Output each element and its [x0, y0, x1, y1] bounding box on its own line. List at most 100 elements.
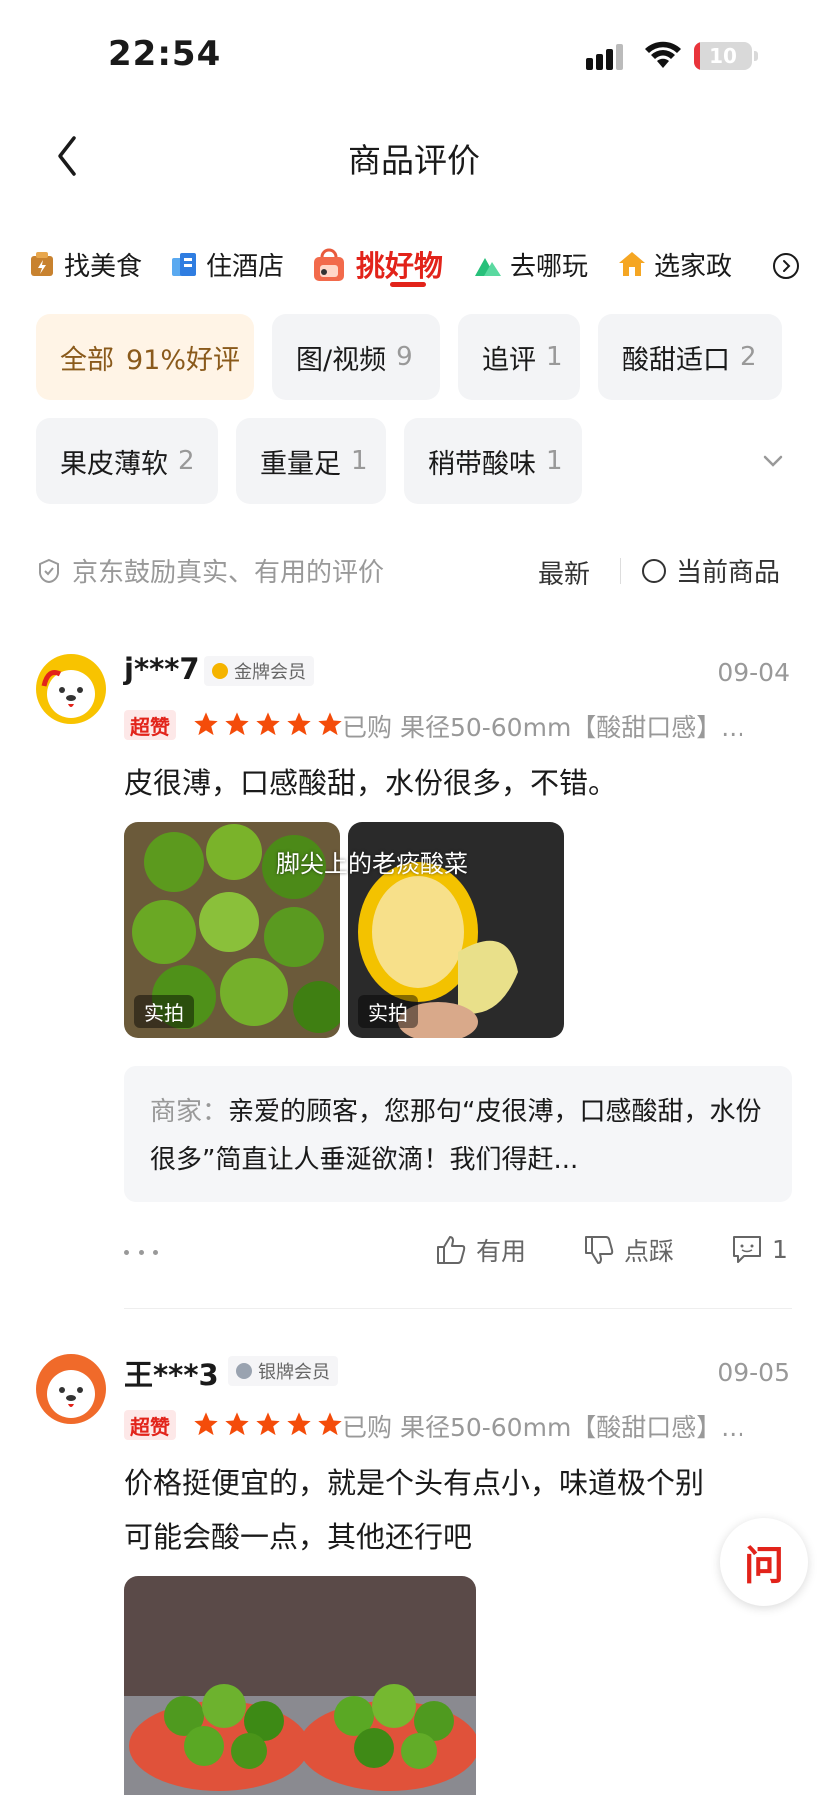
tab-label: 找美食	[64, 251, 143, 282]
chevron-down-icon[interactable]	[760, 452, 786, 470]
star-icon	[318, 712, 342, 736]
tab-hotel[interactable]: 住酒店	[170, 236, 284, 292]
current-product-label: 当前商品	[676, 558, 781, 588]
merchant-reply[interactable]: 商家：亲爱的顾客，您那句“皮很溥，口感酸甜，水份很多”简直让人垂涎欲滴！我们得赶…	[124, 1066, 792, 1202]
filter-label: 果皮薄软	[60, 448, 168, 480]
tab-travel[interactable]: 去哪玩	[474, 236, 588, 292]
reply-text: 亲爱的顾客，您那句“皮很溥，口感酸甜，水份很多”简直让人垂涎欲滴！我们得赶...	[150, 1097, 762, 1175]
sort-latest-button[interactable]: 最新	[538, 554, 590, 591]
filter-slightly-sour[interactable]: 稍带酸味 1	[404, 418, 582, 504]
star-rating	[192, 1410, 347, 1438]
status-time: 22:54	[108, 34, 222, 74]
dislike-button[interactable]: 点踩	[582, 1232, 674, 1268]
avatar-dog-icon	[41, 670, 95, 718]
review-guideline: 京东鼓励真实、有用的评价	[36, 552, 384, 589]
thumbs-down-icon	[585, 1236, 614, 1264]
filter-count: 2	[178, 446, 195, 476]
tab-food[interactable]: 找美食	[28, 236, 142, 292]
comment-button[interactable]: 1	[730, 1232, 788, 1266]
comment-icon	[733, 1236, 761, 1263]
filter-count: 2	[740, 342, 757, 372]
battery-level: 10	[709, 44, 737, 68]
page-title: 商品评价	[348, 141, 480, 180]
more-options-button[interactable]	[124, 1232, 158, 1272]
filter-all[interactable]: 全部 91%好评	[36, 314, 254, 400]
cellular-signal-icon	[586, 44, 623, 70]
filter-count: 9	[396, 342, 413, 372]
filter-count: 1	[351, 446, 368, 476]
thumbs-up-icon	[437, 1236, 466, 1264]
purchased-variant[interactable]: 已购 果径50-60mm【酸甜口感】...	[342, 708, 742, 744]
filter-media[interactable]: 图/视频 9	[272, 314, 440, 400]
mountain-icon	[475, 258, 501, 276]
rating-tag: 超赞	[124, 1410, 176, 1440]
tab-label: 挑好物	[356, 249, 444, 283]
review-text: 皮很溥，口感酸甜，水份很多，不错。	[124, 766, 618, 800]
rating-tag: 超赞	[124, 710, 176, 740]
sort-divider	[620, 558, 621, 584]
star-icon	[256, 1412, 280, 1436]
avatar[interactable]	[36, 1354, 106, 1424]
filter-sweet-sour[interactable]: 酸甜适口 2	[598, 314, 782, 400]
shopping-bag-icon	[314, 248, 344, 281]
filter-label: 追评	[482, 344, 536, 376]
photo-watermark: 脚尖上的老痰酸菜	[276, 850, 468, 878]
review-actions: 有用 点踩 1	[0, 1232, 828, 1278]
star-icon	[287, 1412, 311, 1436]
tab-label: 选家政	[654, 251, 733, 282]
gold-member-icon	[212, 663, 228, 679]
dislike-label: 点踩	[624, 1237, 675, 1266]
avatar-dog-icon	[47, 1370, 95, 1418]
username: j***7	[124, 652, 200, 686]
filter-follow-up[interactable]: 追评 1	[458, 314, 580, 400]
category-tabs: 找美食 住酒店 挑好物 去哪玩 选家政	[0, 236, 828, 296]
username: 王***3	[124, 1358, 219, 1392]
member-label: 银牌会员	[258, 1362, 330, 1383]
silver-member-icon	[236, 1363, 252, 1379]
active-tab-indicator	[390, 282, 426, 287]
battery-indicator: 10	[694, 42, 752, 70]
photo-tag: 实拍	[358, 995, 418, 1028]
star-rating	[192, 710, 347, 738]
review-divider	[124, 1308, 792, 1309]
filter-weight[interactable]: 重量足 1	[236, 418, 386, 504]
star-icon	[225, 1412, 249, 1436]
star-icon	[318, 1412, 342, 1436]
tab-housekeeping[interactable]: 选家政	[618, 236, 732, 292]
useful-button[interactable]: 有用	[434, 1232, 526, 1268]
comment-count: 1	[772, 1234, 788, 1264]
reply-label: 商家：	[150, 1097, 229, 1127]
photo-tag: 实拍	[134, 995, 194, 1028]
chevron-right-circle-icon[interactable]	[772, 252, 800, 280]
battery-tip	[754, 51, 758, 61]
home-icon	[619, 252, 645, 276]
filter-label: 酸甜适口	[622, 344, 730, 376]
filter-label: 全部	[60, 344, 114, 376]
review-photo[interactable]	[124, 1576, 476, 1795]
avatar[interactable]	[36, 654, 106, 724]
photo-oranges-in-baskets	[124, 1576, 476, 1795]
shield-check-icon	[38, 558, 60, 583]
wifi-icon	[645, 41, 681, 68]
purchased-variant[interactable]: 已购 果径50-60mm【酸甜口感】...	[342, 1408, 742, 1444]
review-date: 09-05	[717, 1358, 790, 1387]
review-date: 09-04	[717, 658, 790, 687]
tab-label: 去哪玩	[510, 251, 589, 282]
star-icon	[287, 712, 311, 736]
filter-thin-peel[interactable]: 果皮薄软 2	[36, 418, 218, 504]
useful-label: 有用	[476, 1237, 527, 1266]
member-badge: 金牌会员	[204, 656, 314, 686]
hotel-icon	[172, 253, 196, 276]
food-bag-icon	[31, 252, 53, 276]
tab-label: 住酒店	[206, 251, 285, 282]
star-icon	[256, 712, 280, 736]
star-icon	[194, 712, 218, 736]
ask-question-button[interactable]: 问	[720, 1518, 808, 1606]
filter-count: 1	[546, 446, 563, 476]
filter-label: 稍带酸味	[428, 448, 536, 480]
current-product-toggle[interactable]: 当前商品	[642, 552, 780, 589]
star-icon	[225, 712, 249, 736]
filter-label: 重量足	[260, 448, 341, 480]
member-badge: 银牌会员	[228, 1356, 338, 1386]
review-text: 价格挺便宜的，就是个头有点小，味道极个别可能会酸一点，其他还行吧	[124, 1466, 705, 1554]
